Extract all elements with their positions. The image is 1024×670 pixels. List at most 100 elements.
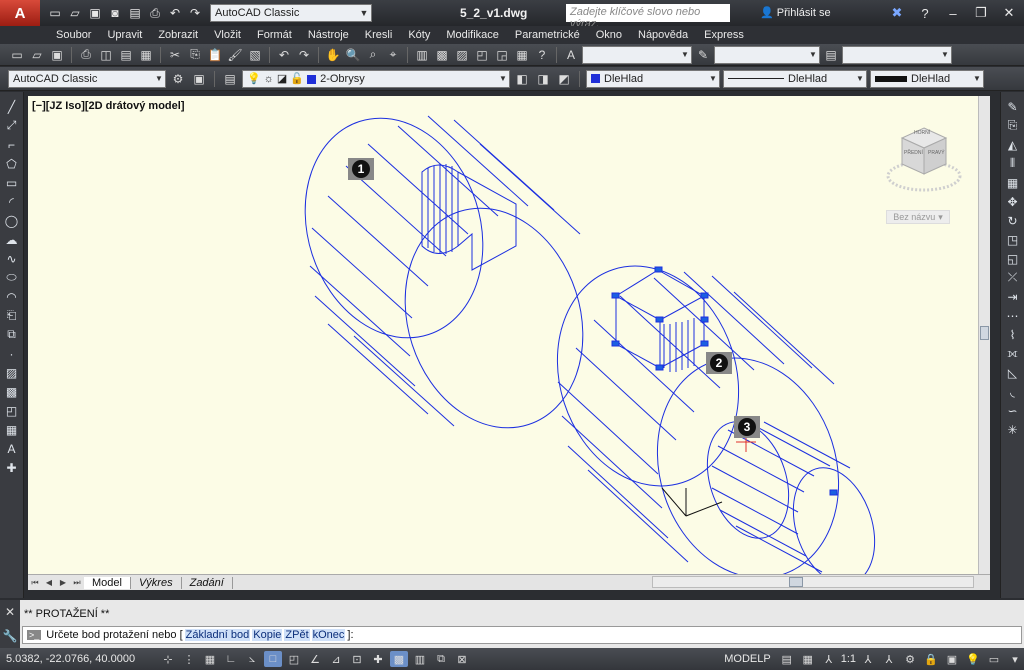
next-tab-icon[interactable]: ▶ <box>56 578 70 587</box>
annotation-visibility-icon[interactable]: ⅄ <box>859 651 877 667</box>
redo-icon[interactable]: ↷ <box>295 46 313 64</box>
workspace-switching-icon[interactable]: ⚙ <box>901 651 919 667</box>
lock-ui-icon[interactable]: 🔒 <box>922 651 940 667</box>
region-icon[interactable]: ◰ <box>3 402 21 419</box>
menu-item-3[interactable]: Vložit <box>206 26 249 44</box>
trim-icon[interactable]: ⤫ <box>1004 269 1022 286</box>
polygon-icon[interactable]: ⬠ <box>3 155 21 172</box>
command-option-copy[interactable]: Kopie <box>252 629 283 641</box>
grid-display-icon[interactable]: ▦ <box>201 651 219 667</box>
menu-item-12[interactable]: Express <box>696 26 752 44</box>
new-file-icon[interactable]: ▭ <box>46 4 64 22</box>
copy-icon[interactable]: ⎘ <box>186 46 204 64</box>
vertical-scroll-thumb[interactable] <box>980 326 989 340</box>
plot-icon[interactable]: ⎙ <box>77 46 95 64</box>
clean-screen-icon[interactable]: ▣ <box>190 70 208 88</box>
design-center-icon[interactable]: ▩ <box>433 46 451 64</box>
break-at-point-icon[interactable]: ⋯ <box>1004 307 1022 324</box>
match-properties-icon[interactable]: 🖌 <box>226 46 244 64</box>
new-file-icon[interactable]: ▭ <box>8 46 26 64</box>
minimize-icon[interactable]: – <box>944 4 962 22</box>
close-icon[interactable]: ✕ <box>1000 4 1018 22</box>
isolate-objects-icon[interactable]: 💡 <box>964 651 982 667</box>
layout-tab-0[interactable]: Model <box>84 576 131 589</box>
table-style-select[interactable]: ▼ <box>842 45 952 64</box>
menu-item-8[interactable]: Modifikace <box>438 26 507 44</box>
construction-line-icon[interactable]: ⤢ <box>3 117 21 134</box>
menu-item-9[interactable]: Parametrické <box>507 26 588 44</box>
layer-properties-icon[interactable]: ▤ <box>221 70 239 88</box>
ortho-mode-icon[interactable]: ∟ <box>222 651 240 667</box>
annotation-monitor-icon[interactable]: ⊠ <box>453 651 471 667</box>
exchange-icon[interactable]: ✖ <box>888 4 906 22</box>
command-option-undo[interactable]: ZPět <box>284 629 310 641</box>
infer-constraints-icon[interactable]: ⊹ <box>159 651 177 667</box>
blend-curves-icon[interactable]: ∽ <box>1004 402 1022 419</box>
save-icon[interactable]: ▣ <box>48 46 66 64</box>
3d-object-snap-icon[interactable]: ◰ <box>285 651 303 667</box>
horizontal-scrollbar[interactable] <box>652 576 974 588</box>
menu-item-5[interactable]: Nástroje <box>300 26 357 44</box>
cut-icon[interactable]: ✂ <box>166 46 184 64</box>
tool-palettes-icon[interactable]: ▨ <box>453 46 471 64</box>
open-folder-icon[interactable]: ▱ <box>66 4 84 22</box>
lineweight-icon[interactable]: ✚ <box>369 651 387 667</box>
undo-icon[interactable]: ↶ <box>275 46 293 64</box>
ucs-menu[interactable]: Bez názvu ▾ <box>886 210 950 224</box>
scale-icon[interactable]: ◳ <box>1004 231 1022 248</box>
plot-preview-icon[interactable]: ◫ <box>97 46 115 64</box>
fillet-icon[interactable]: ◟ <box>1004 383 1022 400</box>
coordinates-readout[interactable]: 5.0382, -22.0766, 40.0000 <box>6 653 156 665</box>
ellipse-arc-icon[interactable]: ◠ <box>3 288 21 305</box>
viewcube-front-label[interactable]: PŘEDNÍ <box>904 150 923 156</box>
dynamic-ucs-icon[interactable]: ⊿ <box>327 651 345 667</box>
viewcube-right-label[interactable]: PRAVÝ <box>928 150 945 156</box>
lineweight-select[interactable]: DleHlad ▼ <box>870 69 984 88</box>
text-style-icon[interactable]: A <box>562 46 580 64</box>
viewcube[interactable]: HORNÍ PŘEDNÍ PRAVÝ <box>884 120 964 200</box>
search-input[interactable]: Zadejte klíčové slovo nebo výraz. <box>566 4 730 30</box>
save-icon[interactable]: ▣ <box>86 4 104 22</box>
menu-item-10[interactable]: Okno <box>588 26 630 44</box>
menu-item-4[interactable]: Formát <box>249 26 300 44</box>
command-option-exit[interactable]: kOnec <box>311 629 346 641</box>
array-icon[interactable]: ▦ <box>1004 174 1022 191</box>
status-menu-icon[interactable]: ▾ <box>1006 651 1024 667</box>
last-tab-icon[interactable]: ⏭ <box>70 578 84 588</box>
dim-style-select[interactable]: ▼ <box>714 45 820 64</box>
workspace-settings-icon[interactable]: ⚙ <box>169 70 187 88</box>
application-menu-button[interactable]: A <box>0 0 40 26</box>
gradient-icon[interactable]: ▩ <box>3 383 21 400</box>
polyline-icon[interactable]: ⌐ <box>3 136 21 153</box>
polar-tracking-icon[interactable]: ⦣ <box>243 651 261 667</box>
workspace-select[interactable]: AutoCAD Classic ▼ <box>210 4 372 22</box>
ellipse-icon[interactable]: ⬭ <box>3 269 21 286</box>
menu-item-2[interactable]: Zobrazit <box>150 26 206 44</box>
sheet-set-icon[interactable]: ◰ <box>473 46 491 64</box>
markup-icon[interactable]: ◲ <box>493 46 511 64</box>
spline-icon[interactable]: ∿ <box>3 250 21 267</box>
vertical-scrollbar[interactable] <box>978 96 990 574</box>
explode-icon[interactable]: ✳ <box>1004 421 1022 438</box>
block-editor-icon[interactable]: ▧ <box>246 46 264 64</box>
mirror-icon[interactable]: ◭ <box>1004 136 1022 153</box>
layout-tab-1[interactable]: Výkres <box>131 576 182 589</box>
save-as-icon[interactable]: ◙ <box>106 4 124 22</box>
offset-icon[interactable]: ⫴ <box>1004 155 1022 172</box>
menu-item-11[interactable]: Nápověda <box>630 26 696 44</box>
pan-icon[interactable]: ✋ <box>324 46 342 64</box>
point-icon[interactable]: · <box>3 345 21 362</box>
viewcube-top-label[interactable]: HORNÍ <box>914 130 930 136</box>
hatch-icon[interactable]: ▨ <box>3 364 21 381</box>
clean-screen-icon[interactable]: ▭ <box>985 651 1003 667</box>
break-icon[interactable]: ⌇ <box>1004 326 1022 343</box>
object-snap-icon[interactable]: □ <box>264 651 282 667</box>
publish-icon[interactable]: ▤ <box>117 46 135 64</box>
copy-object-icon[interactable]: ⎘ <box>1004 117 1022 134</box>
multiline-text-icon[interactable]: A <box>3 440 21 457</box>
paste-icon[interactable]: 📋 <box>206 46 224 64</box>
auto-scale-icon[interactable]: ⅄ <box>880 651 898 667</box>
transparency-icon[interactable]: ▩ <box>390 651 408 667</box>
zoom-previous-icon[interactable]: ⌖ <box>384 46 402 64</box>
object-snap-tracking-icon[interactable]: ∠ <box>306 651 324 667</box>
